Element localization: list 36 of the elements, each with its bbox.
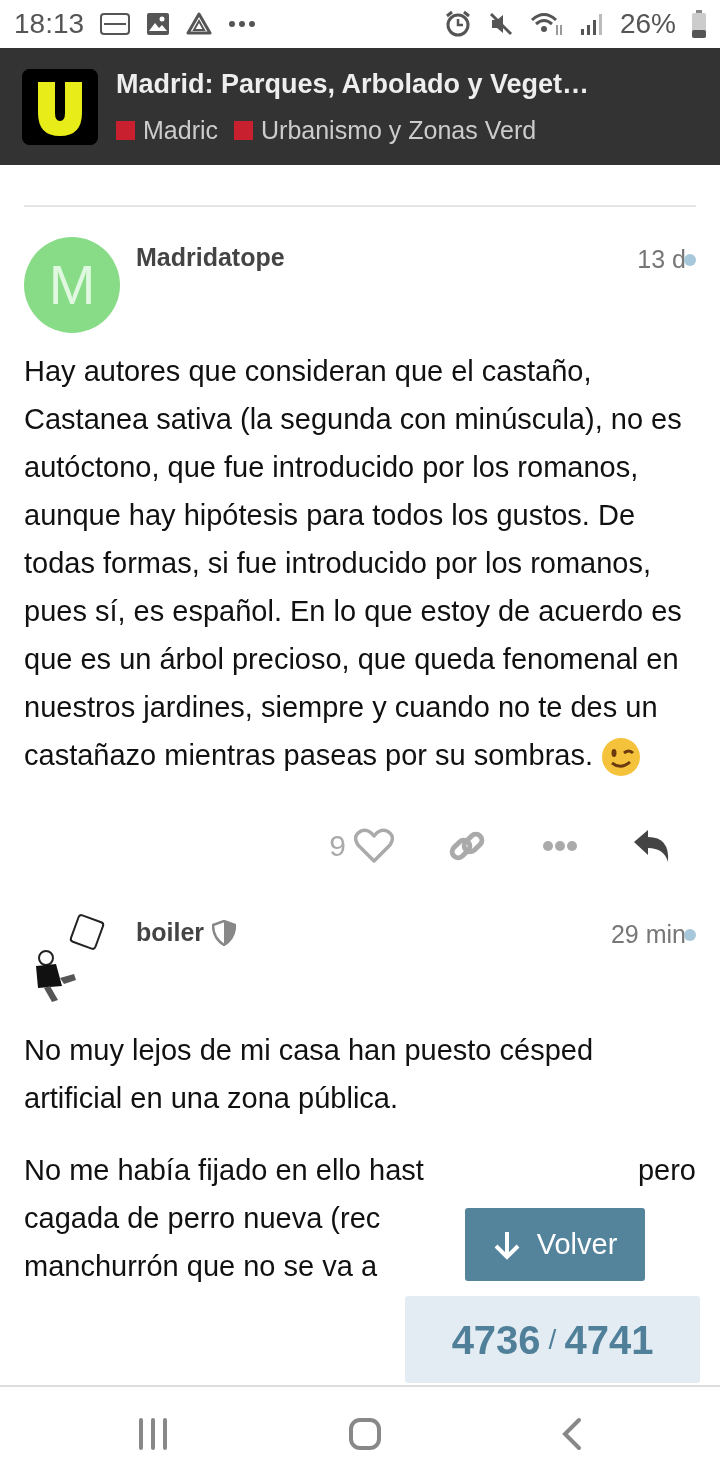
back-icon[interactable] [560, 1416, 583, 1451]
category-link[interactable]: Madric [143, 112, 218, 150]
post-text: No muy lejos de mi casa han puesto césped artificial en una zona pública. [24, 1033, 595, 1116]
card-notification-icon [100, 13, 131, 35]
signal-icon [579, 12, 604, 36]
topic-title[interactable]: Madrid: Parques, Arbolado y Veget… [116, 63, 590, 104]
battery-level: 26% [619, 7, 676, 41]
username[interactable]: Madridatope [136, 239, 285, 277]
like-count: 9 [329, 828, 346, 864]
image-icon [146, 12, 171, 36]
username[interactable]: boiler [136, 914, 205, 952]
post-text: cagada de perro nueva (rec [24, 1201, 381, 1236]
jump-button[interactable]: Volver [465, 1208, 645, 1281]
post-total: 4741 [564, 1316, 654, 1364]
arrow-down-icon [492, 1229, 521, 1260]
post-text: manchurrón que no se va a [24, 1249, 378, 1284]
post-date[interactable]: 13 d [637, 241, 686, 279]
wifi-icon [529, 11, 564, 37]
post-text: No me había fijado en ello hast [24, 1153, 424, 1188]
triangle-icon [186, 12, 213, 36]
separator: / [548, 1322, 557, 1357]
more-icon [228, 20, 257, 28]
post-text: pero [637, 1153, 696, 1188]
post-text: Hay autores que consideran que el castaño, Castanea sativa (la segunda con minúscula), no es autóctono, que fue introducido por los romanos, aunque hay hipótesis para todos los gustos. De todas formas, si fue introducido por los romanos, pues sí, es español. En lo que estoy de acuerdo es que es un árbol precioso, que queda fenomenal en nuestros jardines, siempre y cuando no te des un castañazo mientras paseas por su sombras. [24, 347, 696, 779]
mute-icon [487, 11, 514, 37]
battery-icon [692, 10, 706, 38]
clock: 18:13 [14, 7, 85, 41]
heart-icon[interactable] [354, 827, 394, 864]
post-number: 4736 [451, 1316, 541, 1364]
more-icon[interactable] [542, 839, 578, 852]
alarm-icon [443, 10, 472, 38]
category-link[interactable]: Urbanismo y Zonas Verd [261, 112, 537, 150]
recent-apps-icon[interactable] [137, 1417, 170, 1450]
home-icon[interactable] [348, 1416, 382, 1451]
post-date[interactable]: 29 min [610, 916, 686, 954]
logo[interactable] [22, 68, 98, 145]
